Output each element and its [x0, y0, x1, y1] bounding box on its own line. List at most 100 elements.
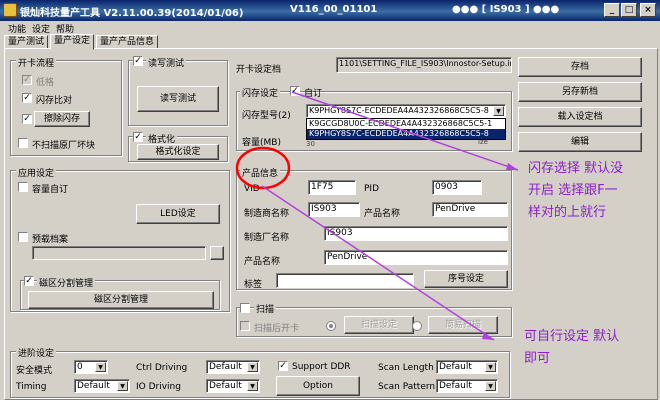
safe-mode-value: 0: [77, 362, 83, 372]
ctrl-driving-label: Ctrl Driving: [136, 363, 188, 373]
partition-checkbox[interactable]: ✓: [24, 276, 34, 286]
card-setting-file-path: 1101\SETTING_FILE_IS903\Innostor-Setup.i…: [336, 57, 512, 73]
pid-input[interactable]: 0903: [432, 180, 482, 195]
save-as-button[interactable]: 另存新档: [518, 82, 642, 102]
chevron-down-icon[interactable]: ▼: [247, 381, 258, 391]
rw-test-title: 读写测试: [146, 56, 187, 69]
flash-compare-checkbox[interactable]: ✓: [22, 93, 32, 103]
timing-value: Default: [77, 381, 110, 391]
flash-model-value: K9PHGY8S7C-ECDEDEA4A432326868C5C5-8: [309, 106, 489, 115]
device-indicator: ●●● [ IS903 ] ●●●: [452, 4, 560, 15]
scan-pattern-select[interactable]: Default ▼: [436, 379, 498, 393]
scan-checkbox[interactable]: [240, 303, 250, 313]
scan-pattern-value: Default: [439, 381, 472, 391]
scan-setting-radio[interactable]: [326, 321, 336, 331]
open-card-title: 开卡流程: [16, 56, 57, 69]
annotation-note-1-line-1: 闪存选择 默认没: [528, 161, 624, 176]
flash-model-dropdown: K9GCGD8U0C-ECDEDEA4A432326868C5C5-1 K9PH…: [306, 118, 506, 140]
io-driving-select[interactable]: Default ▼: [206, 379, 260, 393]
io-driving-value: Default: [209, 381, 242, 391]
factory-input[interactable]: IS903: [324, 226, 508, 241]
flash-model-option-selected[interactable]: K9PHGY8S7C-ECDEDEA4A432326868C5C5-8: [307, 129, 505, 139]
maker-input[interactable]: IS903: [308, 202, 360, 217]
title-bar: 银灿科技量产工具 V2.11.00.39(2014/01/06) V116_00…: [0, 0, 660, 21]
low-format-label: 低格: [36, 78, 55, 88]
safe-mode-select[interactable]: 0 ▼: [74, 360, 108, 374]
app-settings-title: 应用设定: [16, 166, 57, 179]
partition-button[interactable]: 磁区分割管理: [28, 291, 214, 309]
maker-label: 制造商名称: [244, 209, 290, 219]
support-ddr-label: Support DDR: [292, 362, 351, 372]
tab-production-test[interactable]: 量产测试: [4, 35, 49, 49]
factory-label: 制造厂名称: [244, 233, 290, 243]
flash-model-select[interactable]: K9PHGY8S7C-ECDEDEA4A432326868C5C5-8 ▼: [306, 104, 506, 118]
tab-production-settings[interactable]: 量产设定: [50, 34, 95, 50]
scan-setting-button[interactable]: 扫描设定: [344, 316, 414, 334]
preload-label: 预载档案: [32, 235, 69, 245]
product-name-input[interactable]: PenDrive: [432, 202, 508, 217]
scan-after-open-label: 扫描后开卡: [254, 324, 300, 334]
chevron-down-icon[interactable]: ▼: [493, 106, 504, 116]
annotation-note-1-line-3: 样对的上就行: [528, 205, 607, 220]
preload-browse-button[interactable]: [210, 246, 224, 260]
erase-flash-button[interactable]: 擦除闪存: [34, 111, 90, 127]
rw-test-checkbox[interactable]: ✓: [133, 56, 143, 66]
chevron-down-icon[interactable]: ▼: [485, 381, 496, 391]
menu-bar: 功能 设定 帮助: [0, 21, 660, 35]
scan-after-open-checkbox[interactable]: [240, 321, 250, 331]
format-checkbox[interactable]: ✓: [133, 132, 143, 142]
no-scan-bad-checkbox[interactable]: [18, 138, 28, 148]
maximize-button[interactable]: □: [621, 3, 637, 17]
capacity-custom-label: 容量自订: [32, 185, 69, 195]
tab-strip: 量产测试 量产设定 量产产品信息: [0, 34, 660, 50]
chevron-down-icon[interactable]: ▼: [117, 381, 128, 391]
window-version: V116_00_01101: [290, 4, 378, 15]
partition-title: 磁区分割管理: [37, 276, 96, 289]
vid-label: VID: [244, 184, 260, 194]
product-name2-input[interactable]: PenDrive: [324, 250, 508, 265]
flash-custom-checkbox[interactable]: ✓: [290, 86, 300, 96]
led-settings-button[interactable]: LED设定: [136, 204, 220, 224]
rw-test-button[interactable]: 读写测试: [137, 86, 219, 112]
close-button[interactable]: ×: [640, 3, 656, 17]
app-icon: [3, 3, 17, 17]
window-title: 银灿科技量产工具 V2.11.00.39(2014/01/06): [20, 8, 244, 19]
product-info-title: 产品信息: [240, 166, 281, 179]
simple-scan-radio[interactable]: [412, 321, 422, 331]
timing-select[interactable]: Default ▼: [74, 379, 130, 393]
card-setting-file-label: 开卡设定档: [236, 65, 282, 75]
tag-input[interactable]: [276, 273, 414, 288]
support-ddr-checkbox[interactable]: ✓: [278, 361, 288, 371]
chevron-down-icon[interactable]: ▼: [95, 362, 106, 372]
erase-flash-checkbox[interactable]: ✓: [22, 114, 32, 124]
product-name-label: 产品名称: [364, 209, 401, 219]
load-settings-button[interactable]: 载入设定档: [518, 107, 642, 127]
annotation-note-2-line-2: 即可: [524, 351, 551, 366]
tab-product-info[interactable]: 量产产品信息: [96, 35, 159, 49]
edit-button[interactable]: 编辑: [518, 132, 642, 152]
timing-label: Timing: [16, 382, 47, 392]
chevron-down-icon[interactable]: ▼: [485, 362, 496, 372]
scan-length-select[interactable]: Default ▼: [436, 360, 498, 374]
minimize-button[interactable]: _: [604, 3, 620, 17]
product-name2-label: 产品名称: [244, 257, 281, 267]
scan-length-label: Scan Length: [378, 363, 434, 373]
simple-scan-button[interactable]: 简易扫描: [428, 316, 498, 334]
capacity-custom-checkbox[interactable]: [18, 182, 28, 192]
format-settings-button[interactable]: 格式化设定: [137, 144, 219, 160]
pid-label: PID: [364, 184, 380, 194]
chevron-down-icon[interactable]: ▼: [247, 362, 258, 372]
ctrl-driving-select[interactable]: Default ▼: [206, 360, 260, 374]
scan-pattern-label: Scan Pattern: [378, 382, 436, 392]
low-format-checkbox[interactable]: ✓: [22, 75, 32, 85]
preload-checkbox[interactable]: [18, 232, 28, 242]
save-button[interactable]: 存档: [518, 57, 642, 77]
capacity-suffix: ize: [478, 138, 488, 146]
vid-input[interactable]: 1F75: [308, 180, 356, 195]
serial-settings-button[interactable]: 序号设定: [424, 270, 508, 288]
flash-model-option[interactable]: K9GCGD8U0C-ECDEDEA4A432326868C5C5-1: [307, 119, 505, 129]
flash-custom-label: 自订: [304, 89, 323, 99]
capacity-label: 容量(MB): [242, 138, 281, 148]
option-button[interactable]: Option: [276, 376, 360, 396]
preload-path-input: [32, 246, 206, 260]
